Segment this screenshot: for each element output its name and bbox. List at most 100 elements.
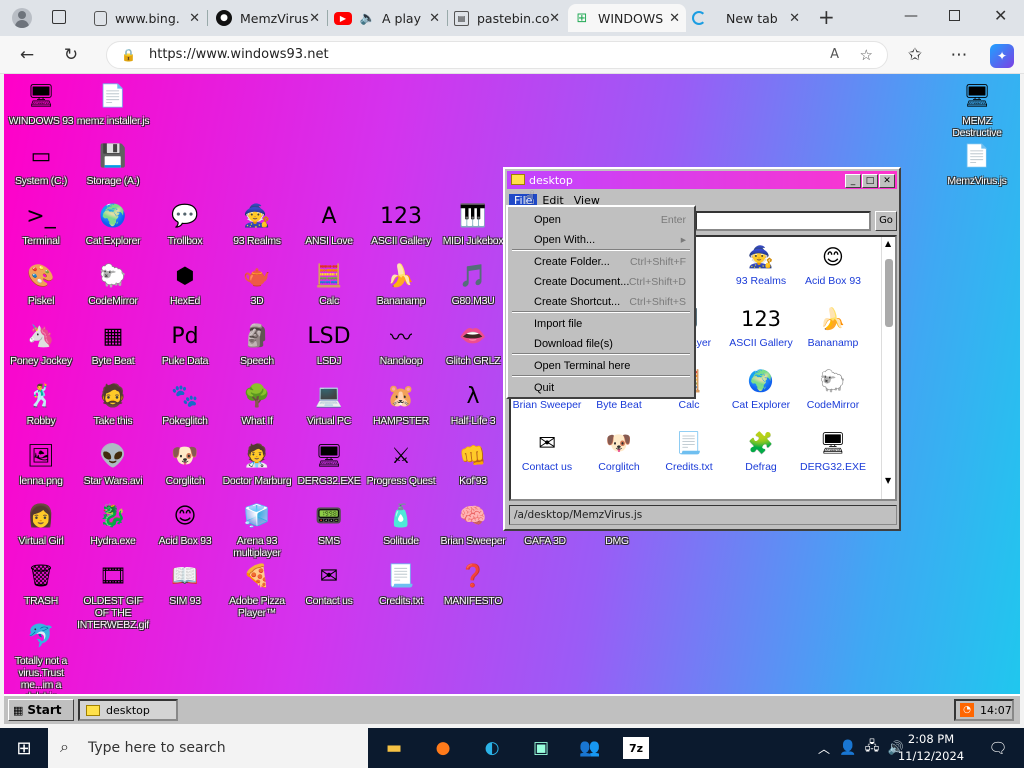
desktop-icon[interactable]: 🕺 Robby — [4, 380, 78, 428]
minimize-window-icon[interactable]: _ — [845, 174, 861, 188]
desktop-icon[interactable]: 🧴 Solitude — [364, 500, 438, 548]
go-button[interactable]: Go — [875, 211, 897, 231]
taskbar-search-box[interactable]: ⌕ Type here to search — [48, 728, 368, 768]
file-item[interactable]: 🌍 Cat Explorer — [725, 365, 797, 412]
desktop-icon[interactable]: 🖥 DERG32.EXE — [292, 440, 366, 488]
desktop-icon[interactable]: 🎹 MIDI Jukebox — [436, 200, 510, 248]
explorer-path-input[interactable] — [695, 211, 871, 231]
file-item[interactable]: ✉ Contact us — [511, 427, 583, 473]
edge-icon[interactable]: ◐ — [476, 734, 508, 762]
desktop-icon[interactable]: 🦄 Poney Jockey — [4, 320, 78, 368]
back-arrow-icon[interactable]: ← — [16, 44, 38, 66]
desktop-icon[interactable]: 🖥 MEMZ Destructive — [940, 80, 1014, 140]
file-item[interactable]: 123 ASCII Gallery — [725, 303, 797, 349]
file-item[interactable]: 🍌 Bananamp — [797, 303, 869, 350]
maximize-window-icon[interactable]: □ — [862, 174, 878, 188]
speaker-icon[interactable]: 🔈 — [360, 10, 376, 26]
desktop-icon[interactable]: 🧊 Arena 93 multiplayer — [220, 500, 294, 560]
people-app-icon[interactable]: 👥 — [574, 734, 606, 762]
desktop-icon[interactable]: ❓ MANIFESTO — [436, 560, 510, 608]
desktop-icon[interactable]: ✉ Contact us — [292, 560, 366, 608]
firefox-icon[interactable]: ● — [427, 734, 459, 762]
desktop-icon[interactable]: 🗿 Speech — [220, 320, 294, 368]
desktop-icon[interactable]: 🐹 HAMPSTER — [364, 380, 438, 428]
tab-pastebin[interactable]: ▤ pastebin.co ✕ — [448, 4, 566, 32]
tab-new[interactable]: New tab ✕ — [688, 4, 806, 32]
tab-windows93[interactable]: ⊞ WINDOWS ✕ — [568, 4, 686, 32]
menu-item[interactable]: Quit — [514, 379, 690, 397]
taskbar-window-desktop[interactable]: desktop — [78, 699, 178, 721]
desktop-icon[interactable]: 🧠 Brian Sweeper — [436, 500, 510, 548]
desktop-icon[interactable]: 🖼 lenna.png — [4, 440, 78, 488]
tab-github[interactable]: ● MemzVirus ✕ — [208, 4, 326, 32]
scroll-down-icon[interactable]: ▼ — [885, 476, 891, 485]
desktop-icon[interactable]: ⬢ HexEd — [148, 260, 222, 308]
restore-icon[interactable] — [949, 10, 960, 21]
start-button[interactable]: ▦ Start — [8, 699, 74, 721]
read-aloud-icon[interactable]: A — [830, 42, 839, 68]
desktop-icon[interactable]: 📟 SMS — [292, 500, 366, 548]
desktop-icon[interactable]: 🐉 Hydra.exe — [76, 500, 150, 548]
close-window-icon[interactable]: ✕ — [879, 174, 895, 188]
desktop-icon[interactable]: 👄 Glitch GRLZ — [436, 320, 510, 368]
desktop-icon[interactable]: 🍌 Bananamp — [364, 260, 438, 308]
menu-item[interactable]: Download file(s) — [514, 335, 690, 353]
app-window-icon[interactable]: ▣ — [525, 734, 557, 762]
file-item[interactable]: 🖥 DERG32.EXE — [797, 427, 869, 474]
scroll-thumb[interactable] — [885, 259, 893, 327]
desktop-icon[interactable]: 📄 memz installer.js — [76, 80, 150, 128]
file-item[interactable]: 🐑 CodeMirror — [797, 365, 869, 412]
close-tab-icon[interactable]: ✕ — [669, 11, 680, 26]
menu-item[interactable]: Open Terminal here — [514, 357, 690, 375]
scroll-up-icon[interactable]: ▲ — [885, 239, 891, 248]
favorite-star-icon[interactable]: ☆ — [860, 42, 873, 68]
file-item[interactable]: 🧩 Defrag — [725, 427, 797, 474]
menu-item[interactable]: Import file — [514, 315, 690, 333]
file-item[interactable]: 📃 Credits.txt — [653, 427, 725, 474]
desktop-icon[interactable]: 🎵 G80.M3U — [436, 260, 510, 308]
desktop-icon[interactable]: 🧑‍⚕️ Doctor Marburg — [220, 440, 294, 488]
close-tab-icon[interactable]: ✕ — [309, 11, 320, 26]
desktop-icon[interactable]: ▦ Byte Beat — [76, 320, 150, 368]
lock-icon[interactable]: 🔒 — [121, 42, 136, 68]
file-item[interactable]: 🧙 93 Realms — [725, 241, 797, 288]
favorites-icon[interactable]: ✩ — [904, 44, 926, 66]
desktop-icon[interactable]: 🧔 Take this — [76, 380, 150, 428]
explorer-title-bar[interactable]: desktop _ □ ✕ — [507, 171, 897, 189]
desktop-icon[interactable]: 🫖 3D — [220, 260, 294, 308]
desktop-icon[interactable]: 🐶 Corglitch — [148, 440, 222, 488]
windows93-desktop[interactable]: 🖥 WINDOWS 93 📄 memz installer.js ▭ System (C:… — [4, 74, 1020, 724]
desktop-icon[interactable]: 👩 Virtual Girl — [4, 500, 78, 548]
7zip-icon[interactable]: 7z — [623, 737, 649, 759]
close-window-icon[interactable]: ✕ — [994, 6, 1007, 25]
desktop-icon[interactable]: 🐬Totally not a virus.Trust me...im a dol… — [4, 620, 78, 704]
desktop-icon[interactable]: 😊 Acid Box 93 — [148, 500, 222, 548]
tab-youtube[interactable]: ▶ 🔈 A play ✕ — [328, 4, 446, 32]
refresh-icon[interactable]: ↻ — [60, 44, 82, 66]
desktop-icon[interactable]: 👽 Star Wars.avi — [76, 440, 150, 488]
tab-actions-icon[interactable] — [52, 10, 66, 24]
windows-start-icon[interactable]: ⊞ — [8, 734, 40, 762]
desktop-icon[interactable]: LSD LSDJ — [292, 320, 366, 368]
desktop-icon[interactable]: 💬 Trollbox — [148, 200, 222, 248]
minimize-icon[interactable]: — — [904, 8, 918, 24]
desktop-icon[interactable]: 🧮 Calc — [292, 260, 366, 308]
scrollbar[interactable]: ▲ ▼ — [881, 237, 895, 499]
desktop-icon[interactable]: 🎞 OLDEST GIF OF THE INTERWEBZ.gif — [76, 560, 150, 632]
desktop-icon[interactable]: 💾 Storage (A:) — [76, 140, 150, 188]
desktop-icon[interactable]: 🌳 What If — [220, 380, 294, 428]
menu-item[interactable]: Open With... ▸ — [514, 231, 690, 249]
desktop-icon[interactable]: 👊 Kof'93 — [436, 440, 510, 488]
desktop-icon[interactable]: 🐾 Pokeglitch — [148, 380, 222, 428]
file-item[interactable]: 😊 Acid Box 93 — [797, 241, 869, 287]
menu-item[interactable]: Open Enter — [514, 211, 690, 229]
rss-icon[interactable]: ◔ — [960, 703, 974, 717]
file-explorer-icon[interactable]: ▬ — [378, 734, 410, 762]
new-tab-plus-icon[interactable]: + — [818, 5, 835, 29]
desktop-icon[interactable]: A ANSI Love — [292, 200, 366, 248]
desktop-icon[interactable]: 123 ASCII Gallery — [364, 200, 438, 248]
address-bar[interactable]: 🔒 https://www.windows93.net A ☆ — [106, 41, 888, 69]
more-options-icon[interactable]: ⋯ — [948, 44, 970, 66]
menu-item[interactable]: Create Shortcut... Ctrl+Shift+S — [514, 293, 690, 311]
desktop-icon[interactable]: 🧙 93 Realms — [220, 200, 294, 248]
